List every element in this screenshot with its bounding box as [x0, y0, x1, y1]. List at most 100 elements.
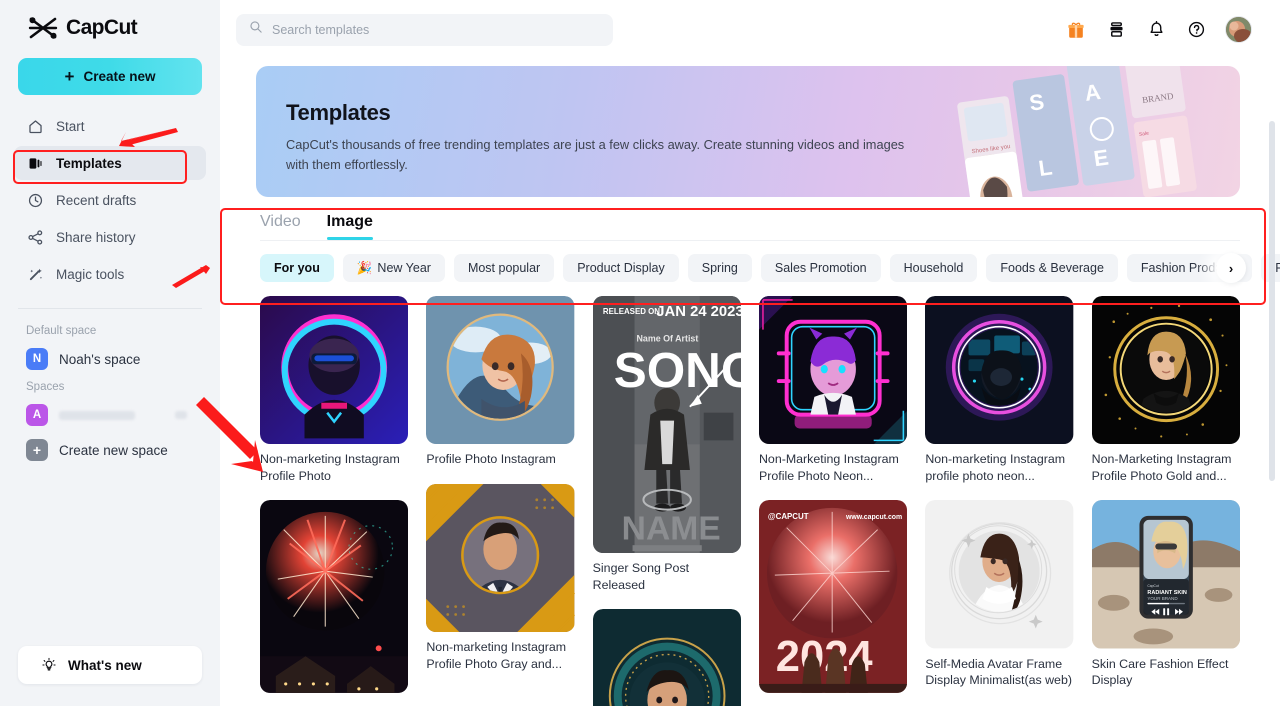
template-card[interactable]: CapCut RADIANT SKIN YOUR BRAND Skin Care… — [1091, 500, 1240, 688]
space-avatar: A — [26, 404, 48, 426]
sidebar-item-label: Share history — [56, 229, 136, 245]
template-thumbnail — [925, 296, 1074, 445]
whats-new-button[interactable]: What's new — [18, 646, 202, 684]
page-title: Templates — [286, 100, 391, 125]
sidebar-item-magic-tools[interactable]: Magic tools — [14, 257, 206, 291]
avatar[interactable] — [1225, 16, 1252, 43]
sidebar-item-label: Recent drafts — [56, 192, 137, 208]
main-area: Search templates Templates CapCut's thou… — [220, 0, 1280, 706]
chip-for-you[interactable]: For you — [260, 254, 334, 282]
sidebar-item-recent-drafts[interactable]: Recent drafts — [14, 183, 206, 217]
category-chips: For you 🎉 New Year Most popular Product D… — [260, 254, 1280, 282]
lightbulb-icon — [40, 656, 58, 674]
search-input[interactable]: Search templates — [236, 13, 613, 46]
template-title: Non-marketing Instagram Profile Photo — [260, 452, 400, 483]
svg-text:JAN 24 2023: JAN 24 2023 — [656, 304, 741, 320]
blur-bar — [59, 410, 135, 420]
chip-label: Plus size clothing — [1275, 261, 1280, 275]
svg-text:CapCut: CapCut — [1147, 584, 1158, 588]
share-icon — [26, 228, 44, 246]
create-new-space-button[interactable]: + Create new space — [0, 431, 220, 466]
space-item-blurred[interactable]: A — [0, 399, 220, 431]
tab-video[interactable]: Video — [260, 213, 301, 240]
sidebar-item-start[interactable]: Start — [14, 109, 206, 143]
templates-banner: Templates CapCut's thousands of free tre… — [256, 66, 1240, 197]
content-region: Templates CapCut's thousands of free tre… — [220, 59, 1280, 706]
template-card[interactable] — [592, 609, 741, 706]
templates-icon — [26, 154, 44, 172]
sidebar-item-label: Templates — [56, 155, 122, 171]
svg-text:www.capcut.com: www.capcut.com — [845, 514, 902, 521]
svg-text:RELEASED ON: RELEASED ON — [603, 307, 660, 316]
help-icon[interactable] — [1185, 19, 1207, 41]
template-card[interactable]: @CAPCUT www.capcut.com 2024 — [758, 500, 908, 700]
party-popper-icon: 🎉 — [356, 260, 373, 275]
template-thumbnail — [426, 296, 575, 445]
template-title: Singer Song Post Released — [592, 561, 690, 592]
templates-grid: Non-marketing Instagram Profile Photo Pr… — [260, 296, 1240, 706]
magic-wand-icon — [26, 265, 44, 283]
create-new-button[interactable]: + Create new — [18, 58, 202, 95]
template-type-tabs: Video Image — [236, 197, 1264, 240]
clock-icon — [26, 191, 44, 209]
space-name: Noah's space — [59, 351, 141, 367]
chip-label: New Year — [377, 261, 431, 275]
subscription-icon[interactable] — [1105, 19, 1127, 41]
gift-icon[interactable] — [1065, 19, 1087, 41]
template-thumbnail — [260, 500, 409, 694]
template-card[interactable]: Non-marketing Instagram profile photo ne… — [925, 296, 1074, 484]
chevron-right-icon[interactable]: › — [1216, 253, 1246, 283]
template-thumbnail: @CAPCUT www.capcut.com 2024 — [758, 500, 908, 694]
template-thumbnail — [592, 609, 741, 706]
chip-spring[interactable]: Spring — [687, 254, 752, 282]
search-placeholder: Search templates — [272, 22, 370, 37]
template-card[interactable] — [260, 500, 409, 700]
template-title: Non-marketing Instagram profile photo ne… — [925, 452, 1066, 483]
template-card[interactable]: RELEASED ON JAN 24 2023 Name Of Artist S… — [593, 296, 741, 593]
create-new-label: Create new — [83, 69, 156, 84]
create-new-space-label: Create new space — [59, 442, 168, 458]
chip-sales-promotion[interactable]: Sales Promotion — [760, 254, 881, 282]
template-card[interactable]: Non-marketing Instagram Profile Photo — [260, 296, 409, 484]
template-card[interactable]: Profile Photo Instagram — [426, 296, 575, 468]
vertical-scrollbar[interactable] — [1269, 121, 1275, 481]
home-icon — [26, 117, 44, 135]
search-icon — [249, 20, 263, 39]
chip-label: Spring — [701, 261, 738, 275]
banner-decorative-collage: Shoes like you S L A E BRAND Sale — [950, 66, 1240, 197]
plus-icon: + — [64, 67, 75, 86]
template-title: Self-Media Avatar Frame Display Minimali… — [925, 656, 1072, 688]
sidebar-item-label: Magic tools — [56, 266, 125, 282]
brand-logo-area[interactable]: CapCut — [0, 0, 220, 52]
chip-foods-beverage[interactable]: Foods & Beverage — [986, 254, 1118, 282]
bell-icon[interactable] — [1145, 19, 1167, 41]
chip-product-display[interactable]: Product Display — [563, 254, 679, 282]
blur-bar — [175, 411, 187, 419]
svg-text:YOUR BRAND: YOUR BRAND — [1147, 596, 1178, 601]
template-card[interactable]: Non-marketing Instagram Profile Photo Gr… — [426, 483, 575, 672]
template-title: Skin Care Fashion Effect Display — [1091, 656, 1229, 688]
sidebar-item-templates[interactable]: Templates — [14, 146, 206, 180]
capcut-app-window: CapCut + Create new Start Templates Rece… — [0, 0, 1280, 706]
chip-household[interactable]: Household — [889, 254, 978, 282]
chip-most-popular[interactable]: Most popular — [453, 254, 555, 282]
template-thumbnail — [426, 483, 575, 633]
category-chips-region: For you 🎉 New Year Most popular Product D… — [236, 241, 1280, 283]
template-card[interactable]: Non-Marketing Instagram Profile Photo Go… — [1091, 296, 1240, 484]
chip-label: Sales Promotion — [774, 261, 867, 275]
chip-label: For you — [274, 261, 320, 275]
template-thumbnail — [758, 296, 908, 445]
spaces-heading: Spaces — [26, 381, 65, 393]
template-title: Non-marketing Instagram Profile Photo Gr… — [426, 640, 567, 671]
sidebar-item-share-history[interactable]: Share history — [14, 220, 206, 254]
svg-text:Name Of Artist: Name Of Artist — [636, 333, 698, 343]
template-title: Profile Photo Instagram — [426, 452, 556, 467]
chip-new-year[interactable]: 🎉 New Year — [342, 254, 445, 282]
sidebar-nav: Start Templates Recent drafts Share hist… — [0, 109, 220, 294]
space-item-noah[interactable]: N Noah's space — [0, 343, 220, 375]
plus-icon: + — [26, 439, 48, 461]
template-card[interactable]: Non-Marketing Instagram Profile Photo Ne… — [758, 296, 908, 484]
template-card[interactable]: Self-Media Avatar Frame Display Minimali… — [925, 500, 1074, 688]
tab-image[interactable]: Image — [326, 213, 374, 240]
template-thumbnail — [1091, 296, 1240, 445]
